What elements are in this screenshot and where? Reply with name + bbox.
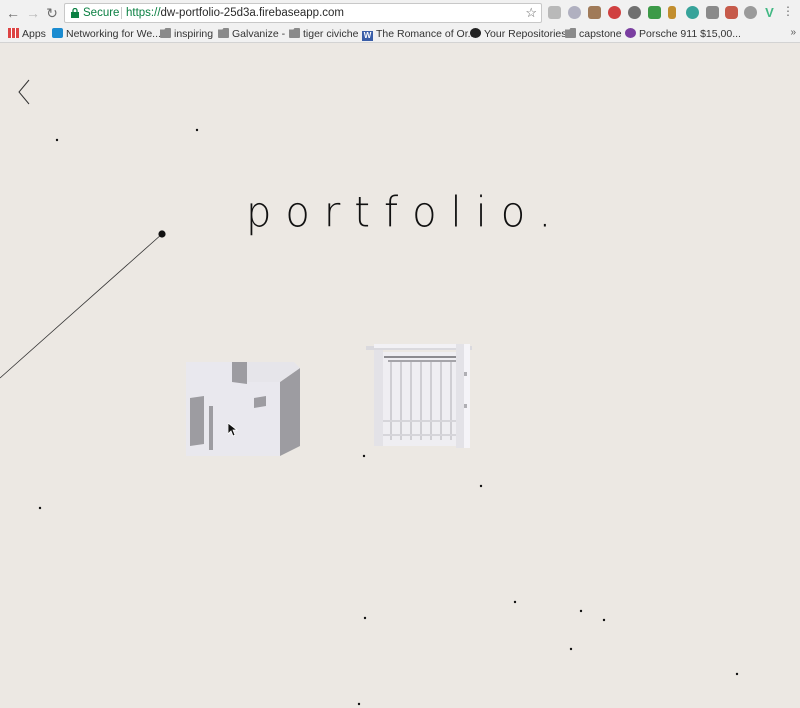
url-scheme: https:// [126, 7, 161, 19]
url-host: dw-portfolio-25d3a.firebaseapp.com [160, 7, 344, 19]
star-dot [513, 600, 517, 604]
folder-icon [218, 28, 229, 38]
connector-line [0, 233, 163, 379]
address-divider [121, 7, 122, 19]
bookmark-label: The Romance of Or... [376, 28, 477, 40]
back-chevron-icon[interactable] [14, 78, 34, 106]
portfolio-page: portfolio. [0, 44, 800, 708]
bookmark-inspiring[interactable]: inspiring [160, 27, 213, 41]
folder-icon [160, 28, 171, 38]
extension-check-icon[interactable] [648, 6, 661, 19]
pavilion-3d-model [366, 344, 472, 448]
project-card-house[interactable] [184, 360, 302, 458]
star-dot [195, 128, 199, 132]
github-icon [470, 28, 481, 38]
star-dot [362, 454, 366, 458]
mouse-cursor-icon [228, 423, 238, 437]
star-dot [55, 138, 59, 142]
star-dot [735, 672, 739, 676]
extension-k-icon[interactable] [548, 6, 561, 19]
star-dot [363, 616, 367, 620]
udemy-icon [52, 28, 63, 38]
security-label: Secure [83, 7, 120, 19]
star-dot [479, 484, 483, 488]
bookmark-label: capstone [579, 28, 622, 40]
extension-shield-icon[interactable] [725, 6, 738, 19]
extension-react-icon[interactable] [628, 6, 641, 19]
menu-icon[interactable]: ⋮ [782, 4, 794, 18]
bookmark-porsche[interactable]: Porsche 911 $15,00... [625, 27, 741, 41]
bookmark-label: Your Repositories [484, 28, 567, 40]
bookmark-repositories[interactable]: Your Repositories [470, 27, 567, 41]
bookmark-capstone[interactable]: capstone [565, 27, 622, 41]
back-arrow-icon[interactable]: ← [4, 4, 22, 22]
bookmark-label: Apps [22, 28, 46, 40]
apps-grid-icon [8, 28, 19, 38]
project-card-pavilion[interactable] [366, 342, 472, 448]
star-dot [579, 609, 583, 613]
bookmark-label: tiger civiche [303, 28, 359, 40]
bookmarks-overflow-button[interactable]: » [790, 27, 796, 38]
node-dot [158, 230, 166, 238]
star-dot [357, 702, 361, 706]
porsche-icon [625, 28, 636, 38]
bookmark-romance[interactable]: W The Romance of Or... [362, 27, 476, 41]
bookmark-galvanize[interactable]: Galvanize - [218, 27, 285, 41]
star-dot [38, 506, 42, 510]
star-dot [602, 618, 606, 622]
extension-globe-icon[interactable] [568, 6, 581, 19]
bookmark-label: inspiring [174, 28, 214, 40]
lock-icon [71, 8, 79, 18]
bookmarks-bar: Apps Networking for We... inspiring Galv… [0, 26, 800, 43]
extension-record-icon[interactable] [608, 6, 621, 19]
address-bar[interactable]: Secure https://dw-portfolio-25d3a.fireba… [64, 3, 542, 23]
extension-tool-icon[interactable] [706, 6, 719, 19]
browser-toolbar: ← → ↻ Secure https://dw-portfolio-25d3a.… [0, 0, 800, 26]
bookmark-networking[interactable]: Networking for We... [52, 27, 161, 41]
extension-box-icon[interactable] [588, 6, 601, 19]
bookmark-label: Networking for We... [66, 28, 161, 40]
bookmark-label: Galvanize - [232, 28, 286, 40]
url-text: https://dw-portfolio-25d3a.firebaseapp.c… [126, 4, 344, 22]
bookmark-label: Porsche 911 $15,00... [639, 28, 741, 40]
forward-arrow-icon[interactable]: → [24, 4, 42, 22]
folder-icon [565, 28, 576, 38]
reload-icon[interactable]: ↻ [43, 4, 61, 22]
bookmark-apps[interactable]: Apps [8, 27, 46, 41]
extension-target-icon[interactable] [744, 6, 757, 19]
folder-icon [289, 28, 300, 38]
bookmark-tiger-civiche[interactable]: tiger civiche [289, 27, 358, 41]
wikipedia-icon: W [362, 31, 373, 41]
page-title: portfolio. [246, 188, 566, 238]
extension-teal-icon[interactable] [686, 6, 699, 19]
extension-vue-icon[interactable]: V [763, 6, 776, 19]
house-3d-model [186, 362, 300, 456]
star-dot [569, 647, 573, 651]
extension-flag-icon[interactable] [668, 6, 676, 19]
bookmark-star-icon[interactable]: ☆ [525, 4, 537, 22]
